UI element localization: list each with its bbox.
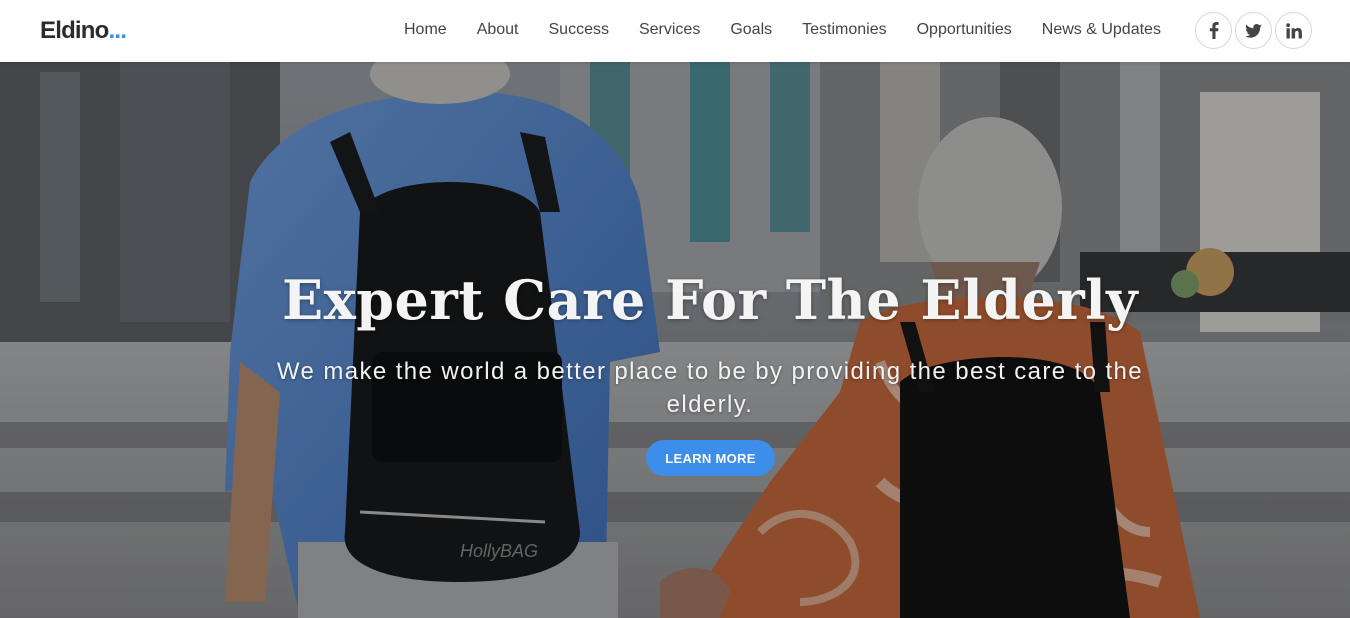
nav-link-goals[interactable]: Goals	[715, 20, 787, 40]
hero-content: Expert Care For The Elderly We make the …	[0, 62, 1350, 618]
hero-banner: HollyBAG Expert Care For The Elderly We …	[0, 62, 1350, 618]
hero-title: Expert Care For The Elderly	[281, 268, 1139, 332]
nav-link-success[interactable]: Success	[534, 20, 624, 40]
brand-logo[interactable]: Eldino...	[40, 17, 127, 45]
twitter-link[interactable]	[1235, 12, 1272, 49]
linkedin-link[interactable]	[1275, 12, 1312, 49]
brand-dots: ...	[108, 17, 127, 44]
brand-name: Eldino	[40, 17, 109, 44]
nav-link-services[interactable]: Services	[624, 20, 715, 40]
nav-link-opportunities[interactable]: Opportunities	[902, 20, 1027, 40]
nav-menu: Home About Success Services Goals Testim…	[389, 20, 1176, 40]
nav-link-news-updates[interactable]: News & Updates	[1027, 20, 1176, 40]
learn-more-button[interactable]: LEARN MORE	[646, 440, 775, 476]
social-links	[1195, 12, 1312, 49]
facebook-link[interactable]	[1195, 12, 1232, 49]
nav-link-home[interactable]: Home	[389, 20, 462, 40]
hero-subtitle: We make the world a better place to be b…	[276, 358, 1144, 418]
nav-link-about[interactable]: About	[462, 20, 534, 40]
linkedin-icon	[1285, 22, 1302, 38]
facebook-icon	[1209, 22, 1219, 39]
twitter-icon	[1245, 23, 1262, 38]
top-navbar: Eldino... Home About Success Services Go…	[0, 0, 1350, 62]
nav-link-testimonies[interactable]: Testimonies	[787, 20, 901, 40]
